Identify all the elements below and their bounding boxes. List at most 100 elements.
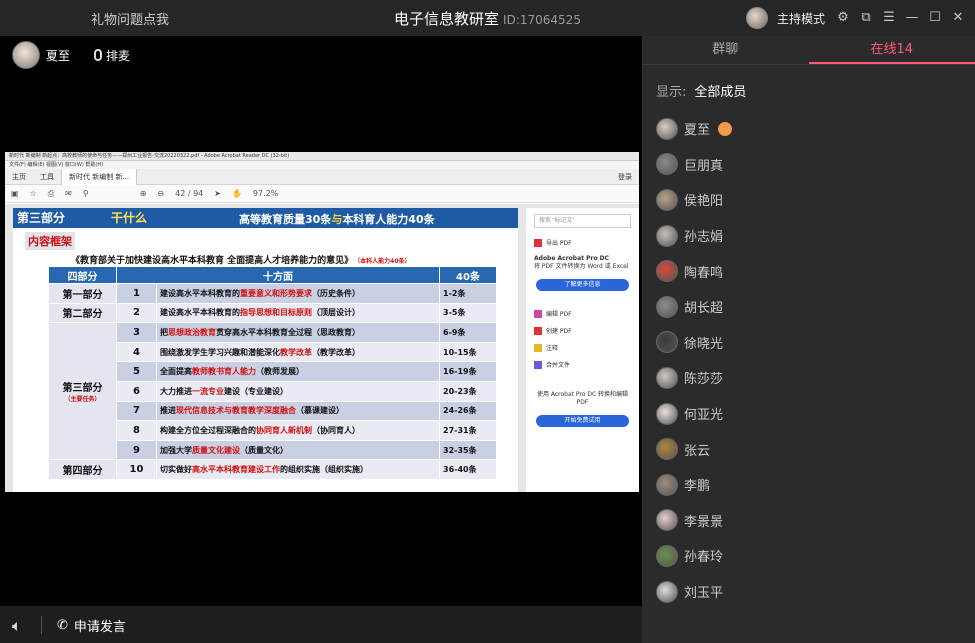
aspect-cell: 推进现代信息技术与教育教学深度融合（慕课建设） — [156, 400, 440, 422]
tab-document: 新时代 新编制 新... — [61, 168, 138, 185]
title-bar: 礼物问题点我 电子信息教研室 ID:17064525 主持模式 ⚙ ⧉ ☰ — ☐… — [0, 0, 975, 36]
member-item[interactable]: 侯艳阳 — [656, 182, 732, 218]
range-cell: 36-40条 — [439, 459, 497, 480]
member-item[interactable]: 孙春玲 — [656, 538, 732, 574]
member-name: 李景景 — [684, 514, 724, 530]
no-cell: 4 — [116, 341, 157, 363]
promo-text: 将 PDF 文件转换为 Word 或 Excel — [534, 263, 629, 270]
member-item[interactable]: 何亚光 — [656, 396, 732, 432]
slide-what: 干什么 — [111, 211, 148, 225]
video-area: 夏至 排麦 新时代 新编制 新起点：高校教师的使命与任务——郑州工业报告-交流2… — [0, 36, 642, 606]
host-avatar[interactable] — [745, 7, 768, 29]
page-up-icon: ⊕ — [139, 189, 147, 198]
aspect-cell: 建设高水平本科教育的指导思想和目标原则（顶层设计） — [156, 302, 440, 324]
part-cell: 第一部分 — [48, 283, 117, 304]
member-item[interactable]: 李景景 — [656, 503, 732, 539]
volume-icon[interactable]: 🔈︎ — [12, 616, 22, 636]
speaker-name: 夏至 — [46, 48, 71, 63]
aspect-red: 指导思想和目标原则 — [240, 308, 312, 318]
aspect-cell: 切实做好高水平本科教育建设工作的组织实施（组织实施） — [156, 459, 440, 480]
member-item[interactable]: 陈莎莎 — [656, 360, 732, 396]
aspect-pre: 全面提高 — [160, 367, 192, 377]
acrobat-tabs: 主页 工具 新时代 新编制 新... 登录 — [5, 168, 639, 185]
no-cell: 1 — [116, 283, 157, 304]
queue-mic-button[interactable]: 排麦 — [94, 47, 130, 64]
member-avatar — [656, 188, 678, 211]
bottom-bar: 🔈︎ ✆ 申请发言 — [0, 606, 642, 643]
subtitle-text: 《教育部关于加快建设高水平本科教育 全面提高人才培养能力的意见》 — [71, 256, 354, 266]
part3-cell: 第三部分 （主要任务） — [48, 322, 117, 461]
aspect-cell: 全面提高教师教书育人能力（教师发展） — [156, 361, 440, 382]
framework-table: 四部分 十方面 40条 第一部分 1 建设高水平本科教育的重要意义和形势要求（历史条… — [48, 266, 497, 480]
member-list: 夏至巨朋真侯艳阳孙志娟 陶春鸣 胡长超徐晓光陈莎莎何亚光张云 李鹏李景景孙春玲刘玉平 — [656, 111, 733, 610]
mic-icon — [94, 49, 103, 61]
divider — [41, 616, 42, 634]
close-icon[interactable]: ✕ — [951, 11, 965, 25]
no-cell: 6 — [116, 380, 157, 402]
member-filter[interactable]: 显示: 全部成员 — [656, 81, 746, 100]
member-avatar — [656, 544, 678, 567]
part-cell: 第四部分 — [48, 459, 117, 480]
member-name: 侯艳阳 — [684, 194, 724, 210]
member-item[interactable]: 孙志娟 — [656, 218, 732, 254]
member-avatar — [656, 580, 678, 603]
acrobat-right-panel: 搜索 '标记文' 导出 PDF Adobe Acrobat Pro DC 将 PD… — [526, 208, 639, 492]
member-avatar — [656, 295, 678, 318]
popout-icon[interactable]: ⧉ — [859, 11, 873, 25]
aspect-cell: 大力推进一流专业建设（专业建设） — [156, 380, 440, 402]
maximize-icon[interactable]: ☐ — [928, 11, 942, 25]
range-cell: 3-5条 — [439, 302, 497, 324]
create-icon — [534, 326, 542, 335]
aspect-red: 协同育人新机制 — [256, 425, 312, 435]
aspect-pre: 切实做好 — [160, 465, 192, 475]
aspect-red: 质量文化建设 — [192, 445, 240, 455]
heading-2: 本科育人能力40条 — [342, 213, 435, 226]
member-item[interactable]: 巨朋真 — [656, 147, 732, 183]
aspect-red: 教学改革 — [280, 347, 312, 357]
request-speak-button[interactable]: ✆ 申请发言 — [57, 616, 126, 635]
table-row: 第四部分 10 切实做好高水平本科教育建设工作的组织实施（组织实施） 36-40条 — [48, 459, 497, 480]
aspect-cell: 构建全方位全过程深融合的协同育人新机制（协同育人） — [156, 420, 440, 441]
part3-label: 第三部分 — [62, 383, 103, 395]
aspect-pre: 构建全方位全过程深融合的 — [160, 425, 256, 435]
member-avatar — [656, 438, 678, 461]
content-framework-label: 内容框架 — [25, 232, 75, 250]
table-row: 9 加强大学质量文化建设（质量文化） 32-35条 — [48, 439, 497, 461]
minimize-icon[interactable]: — — [905, 11, 919, 25]
aspect-post: 的组织实施（组织实施） — [280, 465, 368, 475]
member-item[interactable]: 刘玉平 — [656, 574, 732, 610]
member-name: 刘玉平 — [684, 586, 724, 602]
settings-icon[interactable]: ⚙ — [836, 11, 850, 25]
member-item[interactable]: 张云 — [656, 431, 732, 467]
aspect-red: 高水平本科教育建设工作 — [192, 465, 280, 475]
export-label: 导出 PDF — [546, 240, 572, 247]
member-name: 巨朋真 — [684, 158, 724, 174]
aspect-cell: 围绕激发学生学习兴趣和潜能深化教学改革（教学改革） — [156, 341, 440, 363]
range-cell: 27-31条 — [439, 420, 497, 441]
room-name: 电子信息教研室 — [394, 10, 500, 28]
aspect-cell: 把思想政治教育贯穿高水平本科教育全过程（思政教育） — [156, 322, 440, 343]
aspect-post: （教学改革） — [312, 347, 360, 357]
member-item[interactable]: 夏至 — [656, 111, 733, 147]
subtitle-tag: （本科人能力40条） — [357, 258, 411, 265]
comment-icon — [534, 343, 542, 352]
cursor-icon: ➤ — [214, 189, 221, 198]
member-item[interactable]: 李鹏 — [656, 467, 732, 503]
slide-part: 第三部分 — [17, 211, 66, 225]
member-name: 徐晓光 — [684, 336, 724, 352]
phone-icon: ✆ — [57, 618, 68, 633]
member-avatar — [656, 473, 678, 496]
acrobat-login: 登录 — [618, 172, 632, 181]
tab-online[interactable]: 在线14 — [808, 36, 975, 64]
member-name: 何亚光 — [684, 408, 724, 424]
side-panel: 群聊 在线14 显示: 全部成员 夏至巨朋真侯艳阳孙志娟 陶春鸣 胡长超徐晓光陈莎莎何… — [642, 36, 975, 643]
menu-icon[interactable]: ☰ — [882, 11, 896, 25]
combine-icon — [534, 360, 542, 369]
member-item[interactable]: 胡长超 — [656, 289, 732, 325]
member-item[interactable]: 陶春鸣 — [656, 253, 732, 289]
no-cell: 9 — [116, 439, 157, 461]
aspect-post: （质量文化） — [240, 445, 288, 455]
tab-group-chat[interactable]: 群聊 — [642, 36, 809, 64]
member-item[interactable]: 徐晓光 — [656, 325, 732, 361]
aspect-post: （协同育人） — [312, 425, 360, 435]
